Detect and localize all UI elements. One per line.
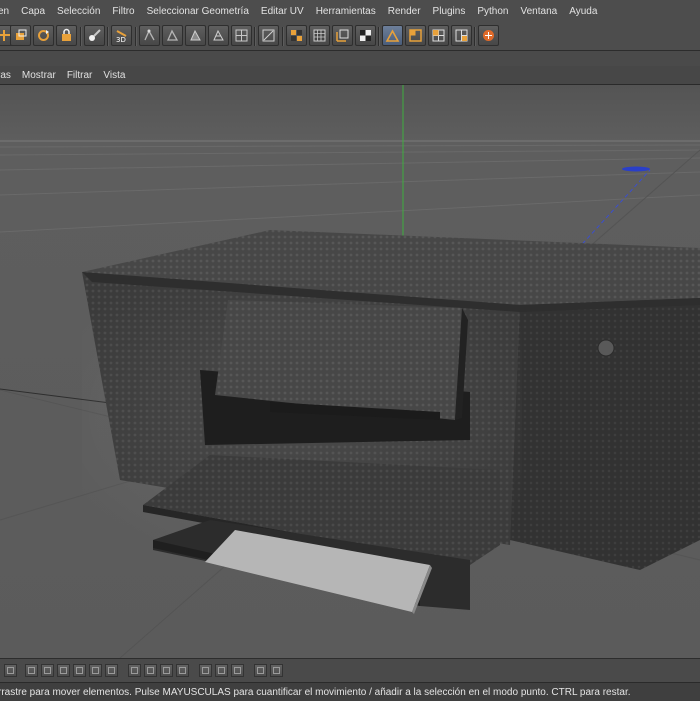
main-menu-bar: en Capa Selección Filtro Seleccionar Geo… [0, 0, 700, 23]
checker-icon[interactable] [258, 25, 279, 46]
viewport-menu-mostrar[interactable]: Mostrar [22, 70, 56, 81]
viewport-canvas [0, 85, 700, 658]
viewport-menu-vista[interactable]: Vista [103, 70, 125, 81]
layout-grid-icon[interactable] [428, 25, 449, 46]
status-text: rrastre para mover elementos. Pulse MAYU… [0, 686, 631, 698]
menu-item-seleccionar-geometria[interactable]: Seleccionar Geometría [147, 6, 249, 17]
uv-points-icon[interactable] [139, 25, 160, 46]
bottom-tool-icon[interactable] [128, 664, 141, 677]
uv-polygons-icon[interactable] [185, 25, 206, 46]
polygon-mode-icon[interactable] [355, 25, 376, 46]
bottom-tool-icon[interactable] [4, 664, 17, 677]
uv-mesh-icon[interactable] [208, 25, 229, 46]
bottom-tool-icon[interactable] [254, 664, 267, 677]
bottom-tool-icon[interactable] [270, 664, 283, 677]
viewport-menu-item-partial[interactable]: ras [0, 70, 11, 81]
3d-label: 3D [116, 36, 126, 43]
3d-viewport[interactable] [0, 85, 700, 658]
menu-item-plugins[interactable]: Plugins [433, 6, 466, 17]
menu-item-filtro[interactable]: Filtro [112, 6, 134, 17]
bottom-tool-icon[interactable] [57, 664, 70, 677]
menu-item-herramientas[interactable]: Herramientas [316, 6, 376, 17]
point-mode-icon[interactable] [405, 25, 426, 46]
menu-item-seleccion[interactable]: Selección [57, 6, 100, 17]
menu-item-editar-uv[interactable]: Editar UV [261, 6, 304, 17]
render-icon[interactable] [478, 25, 499, 46]
menu-item-partial[interactable]: en [0, 6, 9, 17]
viewport-menu-filtrar[interactable]: Filtrar [67, 70, 93, 81]
bottom-tool-icon[interactable] [73, 664, 86, 677]
texture-view-icon[interactable] [231, 25, 252, 46]
brush-tool-icon[interactable] [84, 25, 105, 46]
main-toolbar: 3D [0, 22, 700, 51]
uv-edges-icon[interactable] [162, 25, 183, 46]
uv-checker-icon[interactable] [286, 25, 307, 46]
menu-item-capa[interactable]: Capa [21, 6, 45, 17]
menu-item-ayuda[interactable]: Ayuda [569, 6, 597, 17]
bottom-tool-icon[interactable] [215, 664, 228, 677]
edge-mode-icon[interactable] [382, 25, 403, 46]
3d-paint-icon[interactable]: 3D [111, 25, 132, 46]
bottom-tool-icon[interactable] [199, 664, 212, 677]
uv-checker-alt-icon[interactable] [332, 25, 353, 46]
bottom-tool-icon[interactable] [176, 664, 189, 677]
rotate-tool-icon[interactable] [33, 25, 54, 46]
menu-item-python[interactable]: Python [477, 6, 508, 17]
bottom-tool-icon[interactable] [160, 664, 173, 677]
layout-split-icon[interactable] [451, 25, 472, 46]
panel-divider [0, 51, 700, 66]
menu-item-ventana[interactable]: Ventana [521, 6, 558, 17]
bottom-tool-icon[interactable] [144, 664, 157, 677]
bottom-toolbar [0, 658, 700, 683]
bottom-tool-icon[interactable] [89, 664, 102, 677]
menu-item-render[interactable]: Render [388, 6, 421, 17]
bottom-tool-icon[interactable] [25, 664, 38, 677]
bottom-tool-icon[interactable] [231, 664, 244, 677]
bottom-tool-icon[interactable] [41, 664, 54, 677]
live-selection-icon[interactable] [56, 25, 77, 46]
scale-tool-icon[interactable] [10, 25, 31, 46]
camera-target-icon [622, 166, 650, 172]
status-bar: rrastre para mover elementos. Pulse MAYU… [0, 682, 700, 701]
uv-grid-icon[interactable] [309, 25, 330, 46]
bottom-tool-icon[interactable] [105, 664, 118, 677]
viewport-menu-bar: ras Mostrar Filtrar Vista [0, 66, 700, 85]
